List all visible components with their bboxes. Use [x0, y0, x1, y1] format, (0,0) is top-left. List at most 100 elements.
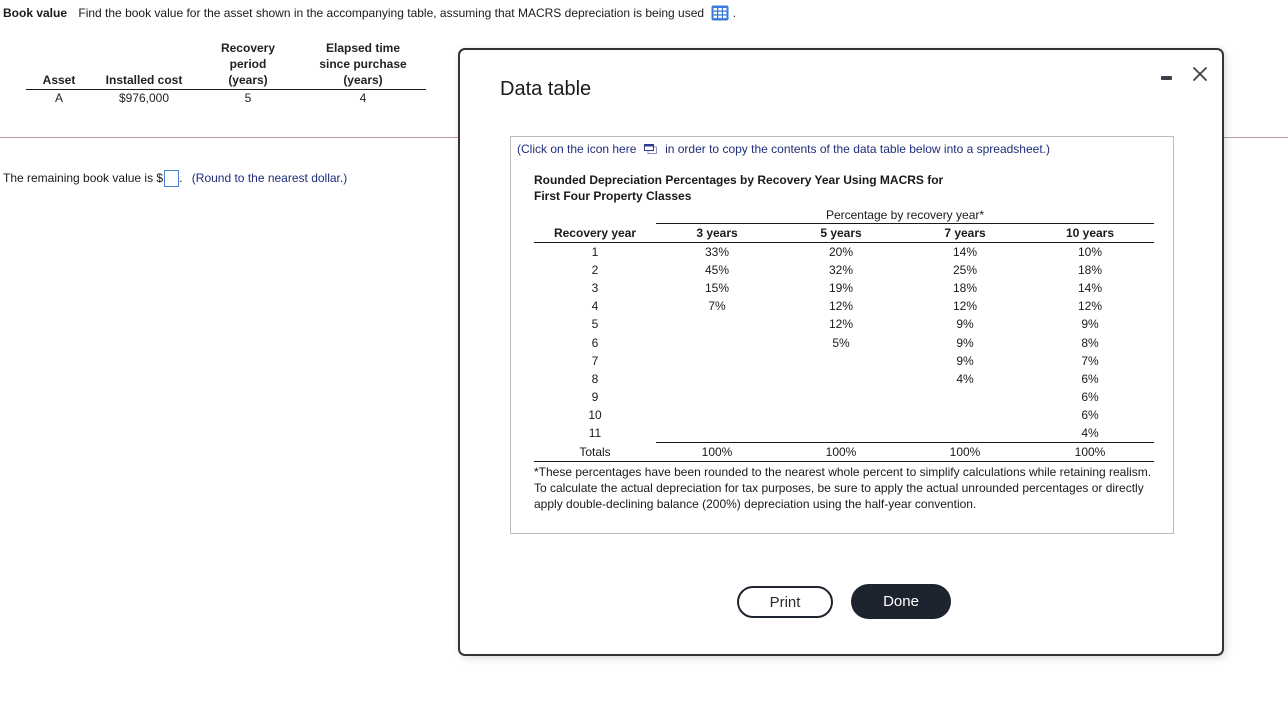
percentage-cell	[656, 333, 778, 351]
answer-suffix: .	[179, 171, 183, 185]
percentage-cell: 19%	[828, 281, 854, 296]
asset-cell: A	[54, 91, 63, 105]
recovery-year-cell: 1	[591, 245, 599, 260]
copy-to-spreadsheet-icon[interactable]	[643, 143, 658, 154]
recovery-year-cell: 3	[591, 281, 599, 296]
data-table-dialog: Data table (Click on the icon here in or…	[458, 48, 1224, 656]
answer-line: The remaining book value is $. (Round to…	[3, 170, 347, 187]
book-value-input[interactable]	[164, 170, 180, 187]
percentage-cell	[904, 406, 1026, 424]
dialog-title: Data table	[500, 78, 592, 100]
column-header: 5 years	[778, 223, 904, 243]
totals-label: Totals	[579, 444, 611, 459]
percentage-cell: 7%	[1081, 353, 1099, 368]
table-row: A $976,000 5 4	[26, 90, 426, 107]
percentage-cell: 4%	[956, 371, 974, 386]
installed-cost-cell: $976,000	[118, 91, 170, 105]
data-table-panel: (Click on the icon here in order to copy…	[510, 136, 1174, 534]
percentage-cell: 6%	[1081, 407, 1099, 422]
print-button[interactable]: Print	[737, 586, 833, 618]
percentage-cell: 10%	[1077, 245, 1103, 260]
percentage-cell: 12%	[828, 299, 854, 314]
answer-prefix: The remaining book value is $	[3, 171, 164, 185]
percentage-cell: 9%	[1081, 317, 1099, 332]
asset-header: Asset	[42, 73, 76, 87]
percentage-cell: 12%	[1077, 299, 1103, 314]
table-row: 3 15% 19% 18% 14%	[534, 279, 1154, 297]
percentage-cell	[904, 388, 1026, 406]
percentage-cell: 6%	[1081, 389, 1099, 404]
macrs-table-title: Rounded Depreciation Percentages by Reco…	[534, 173, 944, 203]
percentage-cell: 7%	[708, 299, 726, 314]
copy-instructions-suffix: in order to copy the contents of the dat…	[665, 142, 1050, 156]
percentage-cell: 12%	[952, 299, 978, 314]
minimize-icon[interactable]	[1160, 72, 1174, 82]
table-row: 8 4% 6%	[534, 370, 1154, 388]
column-header: 10 years	[1026, 223, 1154, 243]
table-row: 10 6%	[534, 406, 1154, 424]
percentage-cell: 8%	[1081, 335, 1099, 350]
table-row: 11 4%	[534, 424, 1154, 443]
grid-table-icon[interactable]	[711, 5, 729, 21]
percentage-cell: 33%	[704, 245, 730, 260]
total-cell: 100%	[1026, 442, 1154, 462]
percentage-cell	[656, 424, 778, 443]
percentage-cell: 14%	[952, 245, 978, 260]
column-header: 3 years	[656, 223, 778, 243]
table-row: 7 9% 7%	[534, 352, 1154, 370]
table-footnote: *These percentages have been rounded to …	[534, 465, 1152, 511]
question-header: Book value Find the book value for the a…	[3, 5, 736, 21]
percentage-cell: 4%	[1081, 425, 1099, 440]
percentage-cell	[656, 370, 778, 388]
recovery-year-cell: 10	[588, 407, 602, 422]
copy-instructions-prefix: (Click on the icon here	[517, 142, 637, 156]
elapsed-time-header: Elapsed time since purchase (years)	[319, 41, 407, 87]
close-icon[interactable]	[1190, 64, 1210, 84]
recovery-period-cell: 5	[244, 91, 252, 105]
recovery-period-header: Recovery period (years)	[220, 41, 276, 87]
percentage-cell: 15%	[704, 281, 730, 296]
recovery-year-cell: 7	[591, 353, 599, 368]
copy-instructions: (Click on the icon here in order to copy…	[517, 142, 1050, 156]
percentage-cell: 14%	[1077, 281, 1103, 296]
recovery-year-cell: 5	[591, 317, 599, 332]
percentage-cell: 9%	[956, 317, 974, 332]
percentage-cell: 9%	[956, 335, 974, 350]
percentage-cell	[904, 424, 1026, 443]
question-trailing: .	[732, 6, 737, 20]
recovery-year-cell: 9	[591, 389, 599, 404]
percentage-cell	[656, 352, 778, 370]
table-row: 4 7% 12% 12% 12%	[534, 297, 1154, 315]
percentage-cell: 20%	[828, 245, 854, 260]
recovery-year-cell: 2	[591, 263, 599, 278]
percentage-cell	[656, 406, 778, 424]
recovery-year-cell: 11	[588, 426, 602, 441]
percentage-cell	[778, 424, 904, 443]
percentage-cell: 5%	[832, 335, 850, 350]
recovery-year-cell: 8	[591, 371, 599, 386]
macrs-table: Percentage by recovery year* Recovery ye…	[534, 206, 1154, 462]
elapsed-time-cell: 4	[359, 91, 367, 105]
percentage-cell: 45%	[704, 263, 730, 278]
column-header: Recovery year	[534, 223, 656, 243]
percentage-cell	[656, 315, 778, 333]
percentage-cell: 9%	[956, 353, 974, 368]
recovery-year-cell: 4	[591, 299, 599, 314]
total-cell: 100%	[656, 442, 778, 462]
column-header: 7 years	[904, 223, 1026, 243]
percentage-group-header: Percentage by recovery year*	[656, 206, 1154, 224]
total-cell: 100%	[778, 442, 904, 462]
percentage-cell: 6%	[1081, 371, 1099, 386]
table-row: 6 5% 9% 8%	[534, 333, 1154, 351]
percentage-cell	[656, 388, 778, 406]
percentage-cell	[778, 352, 904, 370]
table-row: 5 12% 9% 9%	[534, 315, 1154, 333]
percentage-cell	[778, 406, 904, 424]
percentage-cell	[778, 388, 904, 406]
table-row: 9 6%	[534, 388, 1154, 406]
percentage-cell: 32%	[828, 263, 854, 278]
done-button[interactable]: Done	[851, 584, 951, 619]
question-prompt: Find the book value for the asset shown …	[78, 6, 705, 20]
percentage-cell: 12%	[828, 317, 854, 332]
rounding-hint: (Round to the nearest dollar.)	[191, 171, 348, 185]
